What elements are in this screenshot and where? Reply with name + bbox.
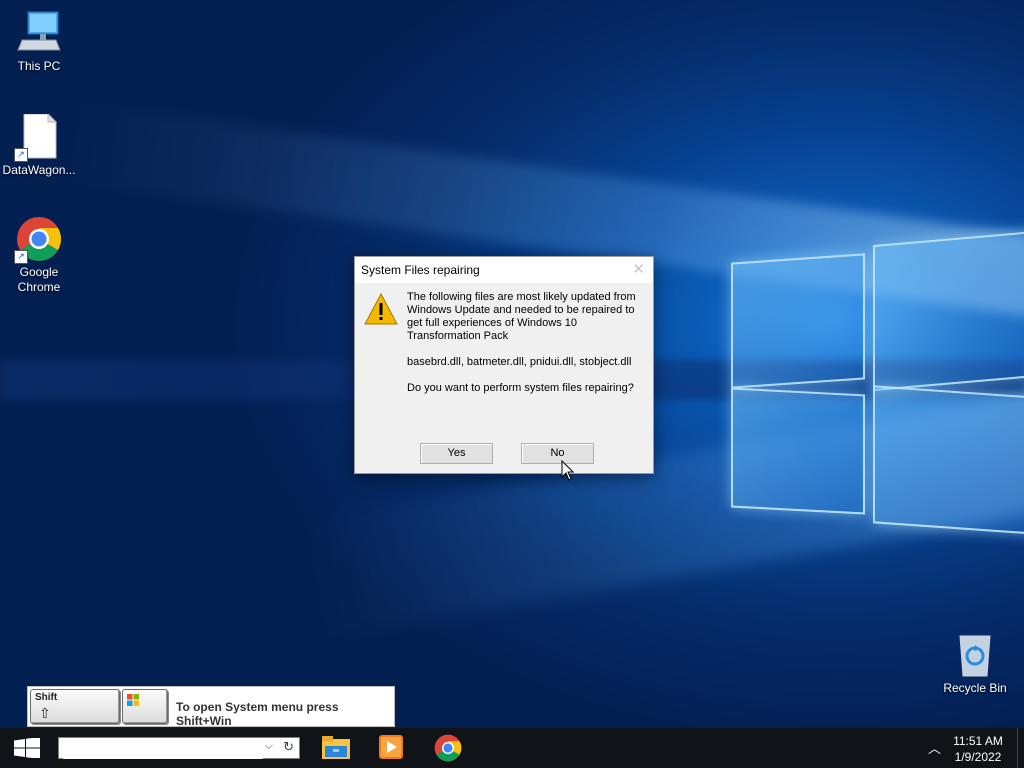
chevron-up-icon[interactable]: ︿	[928, 738, 941, 757]
windows-flag-icon	[127, 694, 139, 706]
desktop-icon-label: This PC	[17, 59, 61, 73]
desktop-icon-datawagon[interactable]: ↗ DataWagon...	[0, 112, 78, 178]
taskbar-file-explorer[interactable]	[312, 728, 358, 768]
desktop-icon-label: Recycle Bin	[943, 681, 1007, 695]
wallpaper-window-pane	[873, 230, 1024, 392]
dialog-title: System Files repairing	[361, 263, 480, 277]
shift-key-label: Shift	[35, 692, 58, 703]
address-search-box[interactable]: ⌵ ↻	[58, 737, 300, 759]
clock[interactable]: 11:51 AM 1/9/2022	[946, 733, 1010, 765]
desktop-icon-label: DataWagon...	[2, 163, 76, 177]
taskbar: ⌵ ↻ ︿ 11:51 AM 1/9/2022	[0, 728, 1024, 768]
refresh-icon[interactable]: ↻	[283, 739, 294, 755]
file-icon: ↗	[14, 112, 62, 162]
chrome-icon	[434, 734, 462, 762]
shift-key: Shift ⇧	[30, 689, 120, 724]
chevron-down-icon[interactable]: ⌵	[265, 740, 273, 753]
yes-button[interactable]: Yes	[420, 443, 493, 464]
taskbar-chrome[interactable]	[424, 728, 470, 768]
system-files-repair-dialog: System Files repairing ✕ The following f…	[354, 256, 654, 474]
dialog-title-bar[interactable]: System Files repairing ✕	[355, 257, 653, 283]
media-player-icon	[379, 735, 403, 759]
keyboard-shortcut-tip: Shift ⇧ To open System menu press Shift+…	[27, 686, 395, 728]
recycle-bin-icon	[952, 632, 998, 678]
wallpaper-window-pane	[731, 253, 865, 389]
show-desktop-button[interactable]	[1017, 728, 1024, 768]
computer-icon	[16, 10, 62, 56]
clock-date: 1/9/2022	[954, 750, 1002, 764]
close-icon[interactable]: ✕	[632, 260, 645, 278]
no-button[interactable]: No	[521, 443, 594, 464]
clock-time: 11:51 AM	[953, 734, 1003, 748]
desktop-icon-label: Google Chrome	[17, 265, 61, 294]
start-button[interactable]	[0, 728, 52, 768]
desktop-icon-recycle-bin[interactable]: Recycle Bin	[936, 632, 1014, 696]
wallpaper-window-pane	[873, 385, 1024, 535]
search-input[interactable]	[63, 739, 263, 759]
taskbar-media-player[interactable]	[368, 728, 414, 768]
keytip-text: To open System menu press Shift+Win	[176, 700, 339, 728]
windows-key	[122, 689, 168, 724]
dialog-message-intro: The following files are most likely upda…	[407, 291, 636, 342]
shortcut-arrow-icon: ↗	[14, 250, 28, 264]
desktop-icon-google-chrome[interactable]: ↗ Google Chrome	[0, 216, 78, 295]
mouse-cursor-icon	[561, 459, 575, 486]
chrome-icon: ↗	[14, 216, 62, 264]
dialog-file-list: basebrd.dll, batmeter.dll, pnidui.dll, s…	[407, 356, 632, 368]
warning-icon	[364, 292, 398, 330]
dialog-message: The following files are most likely upda…	[407, 291, 643, 408]
shortcut-arrow-icon: ↗	[14, 148, 28, 162]
desktop-icon-this-pc[interactable]: This PC	[0, 10, 78, 74]
windows-logo-icon	[14, 738, 40, 758]
shift-arrow-icon: ⇧	[39, 705, 51, 721]
wallpaper-window-pane	[731, 387, 865, 515]
file-explorer-icon	[322, 736, 350, 759]
dialog-question: Do you want to perform system files repa…	[407, 382, 634, 394]
